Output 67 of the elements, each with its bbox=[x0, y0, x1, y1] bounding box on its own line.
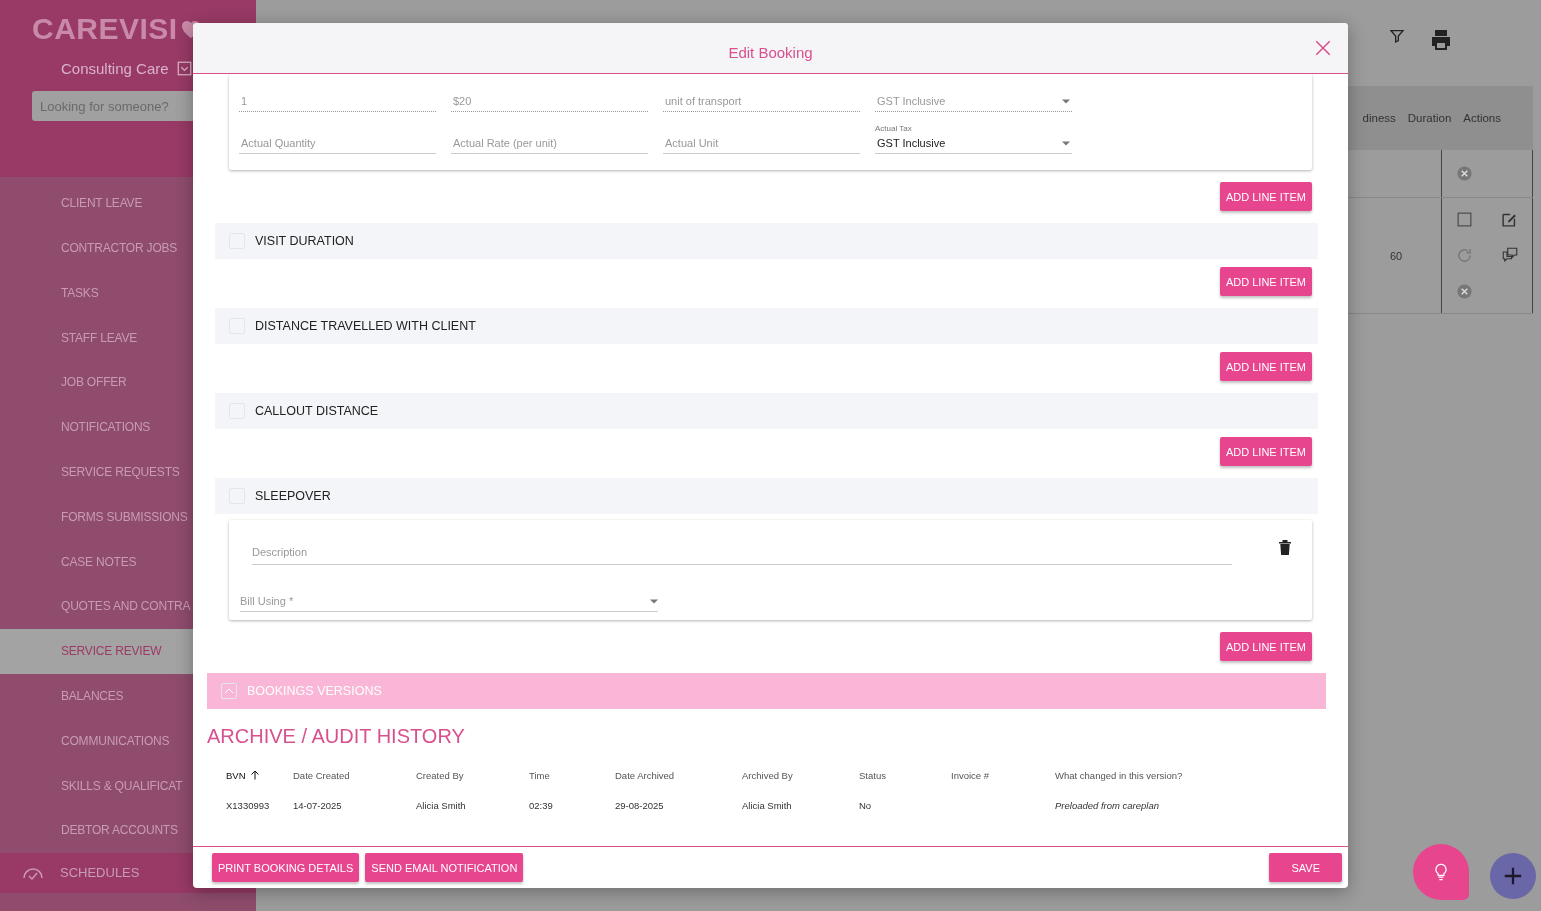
filter-icon[interactable] bbox=[1389, 28, 1405, 44]
caret-icon bbox=[1062, 140, 1070, 146]
footer-button[interactable]: PRINT BOOKING DETAILS bbox=[212, 853, 360, 882]
column-header[interactable]: Created By bbox=[416, 769, 464, 781]
close-icon bbox=[1314, 39, 1332, 57]
archive-title: ARCHIVE / AUDIT HISTORY bbox=[207, 725, 466, 748]
logo-text: CAREVISI bbox=[32, 12, 178, 46]
organization-name: Consulting Care bbox=[61, 60, 169, 77]
add-line-item-button[interactable]: ADD LINE ITEM bbox=[1219, 437, 1312, 466]
add-button[interactable] bbox=[1490, 853, 1536, 899]
table-cell: 60 bbox=[1389, 249, 1403, 262]
column-header[interactable]: Date Archived bbox=[615, 769, 675, 781]
section-title: DISTANCE TRAVELLED WITH CLIENT bbox=[255, 319, 476, 333]
table-cell: X1330993 bbox=[226, 800, 270, 811]
plus-icon bbox=[1502, 865, 1524, 887]
tax-select[interactable]: Actual Tax GST Inclusive bbox=[875, 120, 1072, 154]
column-header: Actions bbox=[1463, 112, 1501, 124]
column-header[interactable]: Time bbox=[529, 769, 550, 781]
section-header[interactable]: VISIT DURATION bbox=[215, 223, 1318, 259]
input-field[interactable]: Actual Quantity bbox=[239, 133, 436, 154]
section-title: CALLOUT DISTANCE bbox=[255, 404, 379, 418]
column-header: Duration bbox=[1407, 112, 1452, 124]
menu-label: SCHEDULES bbox=[60, 865, 140, 881]
select-placeholder: Bill Using * bbox=[240, 595, 294, 607]
section-header[interactable]: CALLOUT DISTANCE bbox=[215, 393, 1318, 429]
column-header[interactable]: Invoice # bbox=[951, 769, 990, 781]
add-line-item-button[interactable]: ADD LINE ITEM bbox=[1219, 182, 1312, 211]
cancel-icon[interactable] bbox=[1456, 165, 1473, 182]
column-header[interactable]: BVN bbox=[226, 769, 246, 781]
input-field[interactable]: Actual Rate (per unit) bbox=[451, 133, 648, 154]
versions-label: BOOKINGS VERSIONS bbox=[247, 684, 382, 698]
field-label: Actual Tax bbox=[875, 124, 913, 133]
section-header[interactable]: SLEEPOVER bbox=[215, 478, 1318, 514]
table-cell: 14-07-2025 bbox=[293, 800, 342, 811]
column-header[interactable]: What changed in this version? bbox=[1055, 769, 1183, 781]
caret-icon bbox=[224, 688, 234, 694]
print-icon[interactable] bbox=[1429, 28, 1453, 52]
cancel-icon[interactable] bbox=[1456, 282, 1473, 300]
column-header[interactable]: Date Created bbox=[293, 769, 350, 781]
add-line-item-button[interactable]: ADD LINE ITEM bbox=[1219, 352, 1312, 381]
footer-button[interactable]: SEND EMAIL NOTIFICATION bbox=[365, 853, 524, 882]
input-field[interactable]: Actual Unit bbox=[663, 133, 860, 154]
trash-icon[interactable] bbox=[1278, 538, 1292, 555]
table-cell: 02:39 bbox=[529, 800, 553, 811]
table-cell: Alicia Smith bbox=[416, 800, 466, 811]
table-cell: Alicia Smith bbox=[742, 800, 792, 811]
save-button[interactable]: SAVE bbox=[1269, 853, 1342, 882]
caret-icon bbox=[650, 598, 658, 604]
dialog-title: Edit Booking bbox=[728, 43, 813, 61]
bill-using-select[interactable]: Bill Using * bbox=[240, 591, 658, 612]
expand-toggle[interactable] bbox=[221, 683, 237, 699]
table-cell: 29-08-2025 bbox=[615, 800, 664, 811]
dropdown-icon[interactable] bbox=[176, 61, 192, 76]
select-value: GST Inclusive bbox=[877, 137, 946, 149]
add-line-item-button[interactable]: ADD LINE ITEM bbox=[1219, 632, 1312, 661]
column-header: diness bbox=[1362, 112, 1396, 124]
checkbox-icon[interactable] bbox=[1456, 211, 1473, 229]
table-cell: Preloaded from careplan bbox=[1055, 800, 1160, 811]
edit-icon[interactable] bbox=[1501, 211, 1518, 229]
column-header[interactable]: Archived By bbox=[742, 769, 793, 781]
section-title: SLEEPOVER bbox=[255, 489, 331, 503]
caret-icon bbox=[1062, 98, 1070, 104]
table-cell: No bbox=[859, 800, 872, 811]
section-title: VISIT DURATION bbox=[255, 234, 354, 248]
add-line-item-button[interactable]: ADD LINE ITEM bbox=[1219, 267, 1312, 296]
section-header[interactable]: DISTANCE TRAVELLED WITH CLIENT bbox=[215, 308, 1318, 344]
column-header[interactable]: Status bbox=[859, 769, 886, 781]
